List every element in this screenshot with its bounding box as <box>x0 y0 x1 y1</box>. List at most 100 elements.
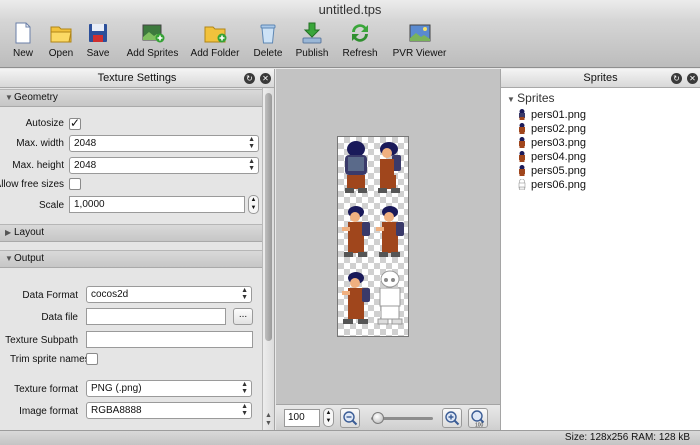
layout-section-header[interactable]: ▶ Layout <box>0 224 262 242</box>
sprite-pers02 <box>378 142 401 193</box>
texture-subpath-field[interactable] <box>86 331 253 348</box>
texture-settings-header: Texture Settings ↻ ✕ <box>0 69 274 88</box>
zoom-in-button[interactable] <box>442 408 462 428</box>
sprites-panel: Sprites ↻ ✕ ▼ Sprites pers01.png pers02.… <box>500 69 700 430</box>
sprite-thumbnail-icon <box>519 165 525 176</box>
refresh-label: Refresh <box>342 48 378 59</box>
sprite-thumbnail-icon <box>519 109 525 120</box>
disclosure-open-icon: ▼ <box>507 95 518 104</box>
floppy-save-icon <box>89 24 107 42</box>
sprite-filename: pers05.png <box>531 165 587 177</box>
sprite-pers04 <box>376 206 404 257</box>
scrollbar-thumb[interactable] <box>265 93 272 341</box>
scale-stepper[interactable]: ▲ ▼ <box>248 195 259 214</box>
open-button[interactable]: Open <box>45 20 77 68</box>
open-label: Open <box>48 48 74 59</box>
texture-settings-title: Texture Settings <box>97 72 177 84</box>
close-panel-icon[interactable]: ✕ <box>260 73 271 84</box>
add-folder-label: Add Folder <box>190 48 240 59</box>
publish-button[interactable]: Publish <box>294 20 330 68</box>
image-format-label: Image format <box>19 406 78 417</box>
disclosure-open-icon: ▼ <box>5 93 13 102</box>
autosize-label: Autosize <box>25 118 64 129</box>
sprites-group[interactable]: ▼ Sprites <box>501 90 700 106</box>
sprite-list-item[interactable]: pers06.png <box>518 178 586 192</box>
max-width-value: 2048 <box>74 138 97 149</box>
texture-subpath-label: Texture Subpath <box>5 335 78 346</box>
status-text: Size: 128x256 RAM: 128 kB <box>564 432 690 443</box>
sprite-pers06 <box>377 270 403 325</box>
texture-format-combo[interactable]: PNG (.png) ▲ ▼ <box>86 380 252 397</box>
add-folder-icon <box>204 26 227 43</box>
scale-field[interactable]: 1,0000 <box>69 196 245 213</box>
allow-free-sizes-label: Allow free sizes <box>0 179 64 190</box>
output-section-header[interactable]: ▼Output <box>0 250 262 268</box>
autosize-checkbox[interactable]: ✓ <box>69 117 81 130</box>
image-format-combo[interactable]: RGBA8888 ▲ ▼ <box>86 402 252 419</box>
sprite-pers03 <box>342 206 370 257</box>
sprites-group-label: Sprites <box>517 91 555 105</box>
browse-data-file-button[interactable]: ... <box>233 308 253 325</box>
data-format-combo[interactable]: cocos2d ▲ ▼ <box>86 286 252 303</box>
allow-free-sizes-checkbox[interactable] <box>69 178 81 190</box>
zoom-100-button[interactable]: 100 <box>468 408 488 429</box>
save-button[interactable]: Save <box>83 20 113 68</box>
toolbar: New Open Save Add Sprites Add Folder Del… <box>0 20 700 68</box>
max-height-combo[interactable]: 2048 ▲ ▼ <box>69 157 259 174</box>
max-width-label: Max. width <box>16 138 64 149</box>
updown-arrows-icon: ▲ ▼ <box>241 287 248 301</box>
add-sprites-icon <box>142 24 164 43</box>
new-label: New <box>12 48 33 59</box>
settings-scrollbar[interactable]: ▲ ▼ <box>262 88 274 430</box>
add-sprites-label: Add Sprites <box>126 48 179 59</box>
sprite-canvas[interactable]: 100 ▲ ▼ 100 <box>276 69 500 430</box>
zoom-out-icon <box>343 411 358 426</box>
sprite-filename: pers04.png <box>531 151 587 163</box>
pvr-viewer-button[interactable]: PVR Viewer <box>392 20 447 68</box>
window-title: untitled.tps <box>0 0 700 20</box>
sprite-list-item[interactable]: pers03.png <box>518 136 586 150</box>
close-panel-icon[interactable]: ✕ <box>687 73 698 84</box>
data-file-field[interactable] <box>86 308 226 325</box>
sprite-filename: pers03.png <box>531 137 587 149</box>
add-folder-button[interactable]: Add Folder <box>190 20 240 68</box>
updown-arrows-icon: ▲ ▼ <box>248 158 255 172</box>
detach-panel-icon[interactable]: ↻ <box>671 73 682 84</box>
sprites-panel-header: Sprites ↻ ✕ <box>501 69 700 88</box>
max-height-label: Max. height <box>12 160 64 171</box>
refresh-button[interactable]: Refresh <box>341 20 379 68</box>
texture-settings-panel: Texture Settings ↻ ✕ ▼Geometry Autosize … <box>0 69 275 430</box>
pvr-viewer-label: PVR Viewer <box>392 48 447 59</box>
detach-panel-icon[interactable]: ↻ <box>244 73 255 84</box>
max-width-combo[interactable]: 2048 ▲ ▼ <box>69 135 259 152</box>
zoom-slider-knob[interactable] <box>372 412 385 424</box>
scale-value: 1,0000 <box>74 199 105 210</box>
sprites-panel-title: Sprites <box>583 72 618 84</box>
status-bar: Size: 128x256 RAM: 128 kB <box>0 430 700 445</box>
geometry-header-label: Geometry <box>14 92 58 103</box>
sprite-pers01 <box>345 141 367 193</box>
delete-button[interactable]: Delete <box>252 20 284 68</box>
sprite-filename: pers06.png <box>531 179 587 191</box>
scroll-arrows-icon[interactable]: ▲ ▼ <box>265 412 272 428</box>
zoom-out-button[interactable] <box>340 408 360 428</box>
trim-sprite-names-checkbox[interactable] <box>86 353 98 365</box>
disclosure-open-icon: ▼ <box>5 254 13 263</box>
delete-label: Delete <box>253 48 283 59</box>
sprite-list-item[interactable]: pers01.png <box>518 108 586 122</box>
save-label: Save <box>86 48 110 59</box>
geometry-section-header[interactable]: ▼Geometry <box>0 89 262 107</box>
data-format-value: cocos2d <box>91 289 129 300</box>
sprite-thumbnail-icon <box>519 123 525 134</box>
new-button[interactable]: New <box>8 20 38 68</box>
add-sprites-button[interactable]: Add Sprites <box>125 20 180 68</box>
zoom-in-icon <box>445 411 460 426</box>
max-height-value: 2048 <box>74 160 97 171</box>
zoom-input[interactable]: 100 <box>284 409 320 427</box>
texture-atlas-preview <box>337 136 409 337</box>
texture-format-value: PNG (.png) <box>91 383 142 394</box>
sprite-list-item[interactable]: pers04.png <box>518 150 586 164</box>
zoom-stepper[interactable]: ▲ ▼ <box>323 408 334 427</box>
sprite-list-item[interactable]: pers05.png <box>518 164 586 178</box>
sprite-list-item[interactable]: pers02.png <box>518 122 586 136</box>
